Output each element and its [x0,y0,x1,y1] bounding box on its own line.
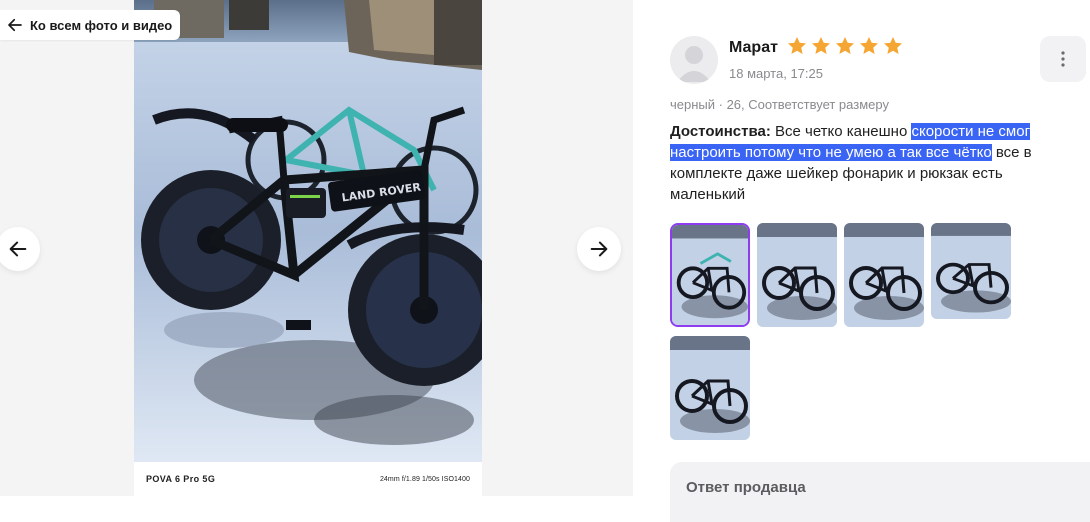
bicycle-thumbnail-image [757,223,837,327]
author-name: Марат [729,39,778,56]
vertical-dots-icon [1061,51,1065,67]
star-icon [812,37,830,54]
user-silhouette-icon [677,46,711,82]
next-photo-button[interactable] [577,227,621,271]
review-date: 18 марта, 17:25 [729,66,823,81]
advantages-title: Достоинства: [670,123,771,140]
photo-viewer: LAND ROVER POVA 6 Pro 5G 24mm f/1.89 1/5… [0,0,633,496]
review-text: Достоинства: Все четко канешно скорости … [670,121,1050,205]
review-panel: Марат 18 марта, 17:25 черный · 26, Соотв… [670,0,1090,496]
review-photo-thumbnail[interactable] [757,223,837,327]
arrow-right-icon [590,241,608,257]
product-variant-meta: черный · 26, Соответствует размеру [670,97,889,112]
photo-exif-bar: POVA 6 Pro 5G 24mm f/1.89 1/50s ISO1400 [134,462,482,496]
arrow-left-icon [8,18,22,32]
seller-reply-block: Ответ продавца [670,462,1090,522]
bicycle-thumbnail-image [844,223,924,327]
star-icon [884,37,902,54]
review-photo-thumbnail[interactable] [844,223,924,327]
bicycle-thumbnail-image [931,223,1011,319]
rating-stars [786,35,904,57]
previous-photo-button[interactable] [0,227,40,271]
review-photo: LAND ROVER POVA 6 Pro 5G 24mm f/1.89 1/5… [134,0,482,496]
star-icon [788,37,806,54]
bicycle-photo: LAND ROVER [134,0,482,462]
star-icon [860,37,878,54]
avatar [670,36,718,84]
seller-reply-label: Ответ продавца [686,479,806,496]
bicycle-thumbnail-image [672,225,748,325]
back-link-label: Ко всем фото и видео [30,17,173,33]
arrow-left-icon [9,241,27,257]
review-text-start: Все четко канешно [770,123,912,140]
back-to-all-media-link[interactable]: Ко всем фото и видео [0,10,181,40]
review-photo-thumbnail[interactable] [670,223,750,327]
phone-model: POVA 6 Pro 5G [146,474,216,484]
star-icon [836,37,854,54]
review-photo-thumbnail[interactable] [670,336,750,440]
more-options-button[interactable] [1040,36,1086,82]
camera-exif: 24mm f/1.89 1/50s ISO1400 [379,475,470,483]
bicycle-thumbnail-image [670,336,750,440]
review-photo-thumbnail[interactable] [931,223,1011,319]
